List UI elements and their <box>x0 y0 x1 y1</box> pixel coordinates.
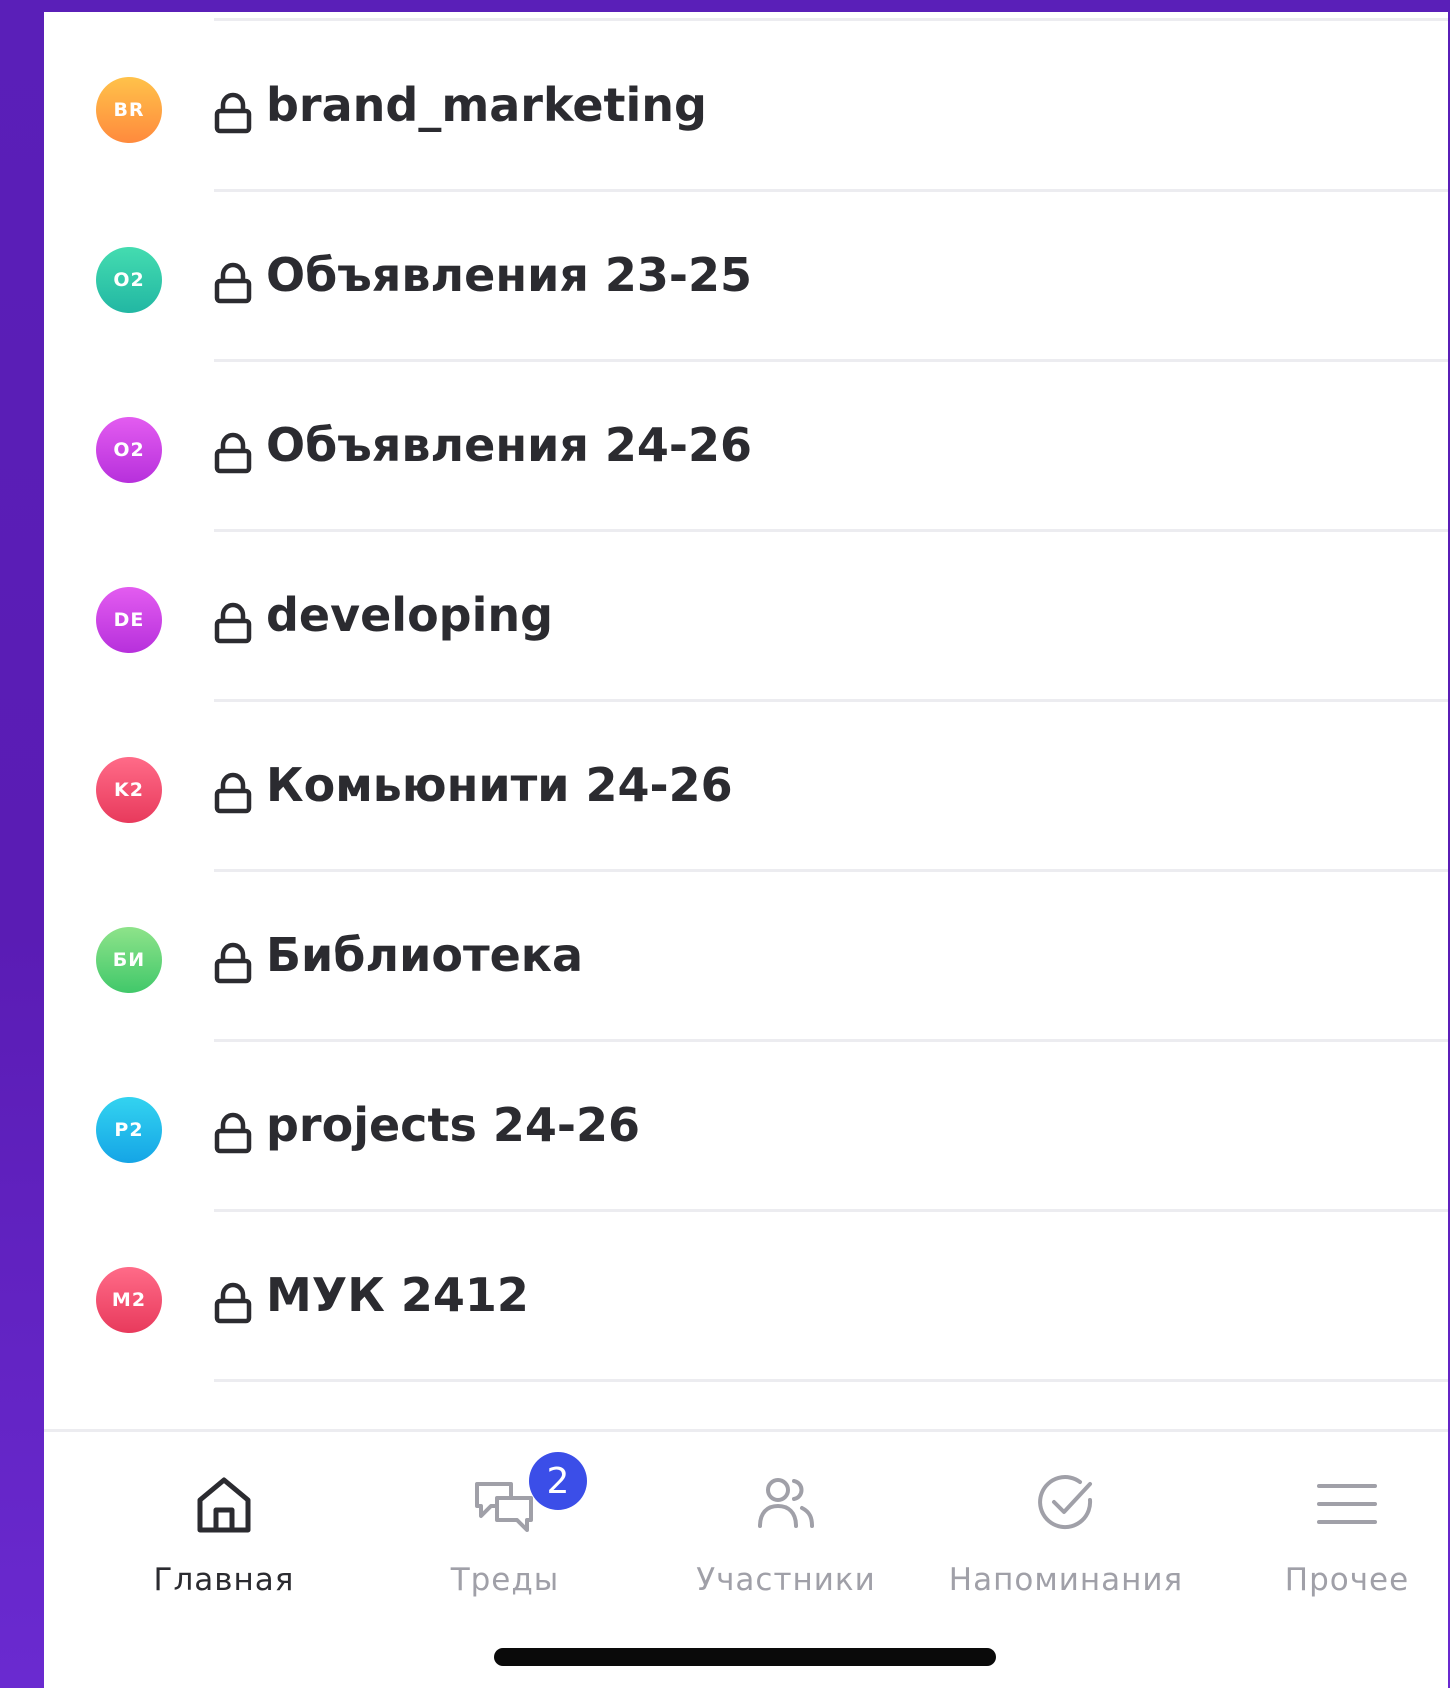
channel-avatar: M2 <box>96 1267 162 1333</box>
lock-icon <box>214 262 252 304</box>
channel-avatar: O2 <box>96 417 162 483</box>
lock-icon <box>214 92 252 134</box>
tab-home-label: Главная <box>153 1562 295 1598</box>
tab-members-label: Участники <box>696 1562 876 1598</box>
home-indicator <box>494 1648 996 1666</box>
channel-name: Комьюнити 24-26 <box>266 758 733 812</box>
channel-avatar: BR <box>96 77 162 143</box>
channel-name: projects 24-26 <box>266 1098 640 1152</box>
channel-name: Объявления 23-25 <box>266 248 753 302</box>
tab-threads[interactable]: 2 Треды <box>365 1432 645 1632</box>
menu-icon <box>1317 1484 1377 1524</box>
app-screen: BR brand_marketing O2 Объявления 23-25 O2 Объ… <box>44 12 1448 1688</box>
lock-icon <box>214 602 252 644</box>
tab-more-label: Прочее <box>1284 1562 1410 1598</box>
divider <box>214 18 1448 21</box>
channel-row[interactable]: O2 Объявления 24-26 <box>44 362 1448 532</box>
check-circle-icon <box>1038 1475 1093 1530</box>
channel-row[interactable]: O2 Объявления 23-25 <box>44 192 1448 362</box>
tab-reminders[interactable]: Напоминания <box>926 1432 1206 1632</box>
lock-icon <box>214 942 252 984</box>
channel-name: developing <box>266 588 554 642</box>
channel-avatar: O2 <box>96 247 162 313</box>
channel-row[interactable]: P2 projects 24-26 <box>44 1042 1448 1212</box>
channel-name: Объявления 24-26 <box>266 418 753 472</box>
lock-icon <box>214 432 252 474</box>
channel-avatar: БИ <box>96 927 162 993</box>
lock-icon <box>214 772 252 814</box>
members-icon <box>758 1478 814 1528</box>
tab-members[interactable]: Участники <box>646 1432 926 1632</box>
home-icon <box>197 1477 251 1533</box>
threads-badge: 2 <box>529 1452 587 1510</box>
channel-name: МУК 2412 <box>266 1268 529 1322</box>
channel-row[interactable]: DE developing <box>44 532 1448 702</box>
channel-row[interactable]: M2 МУК 2412 <box>44 1212 1448 1382</box>
channel-name: Библиотека <box>266 928 584 982</box>
tab-more[interactable]: Прочее <box>1207 1432 1448 1632</box>
divider <box>214 1379 1448 1382</box>
channel-avatar: DE <box>96 587 162 653</box>
lock-icon <box>214 1112 252 1154</box>
tab-home[interactable]: Главная <box>84 1432 364 1632</box>
channel-row[interactable]: BR brand_marketing <box>44 22 1448 192</box>
channel-row[interactable]: БИ Библиотека <box>44 872 1448 1042</box>
channel-avatar: P2 <box>96 1097 162 1163</box>
channel-row[interactable]: K2 Комьюнити 24-26 <box>44 702 1448 872</box>
channel-name: brand_marketing <box>266 78 707 132</box>
tab-threads-label: Треды <box>450 1562 560 1598</box>
tab-reminders-label: Напоминания <box>948 1562 1184 1598</box>
channel-avatar: K2 <box>96 757 162 823</box>
lock-icon <box>214 1282 252 1324</box>
